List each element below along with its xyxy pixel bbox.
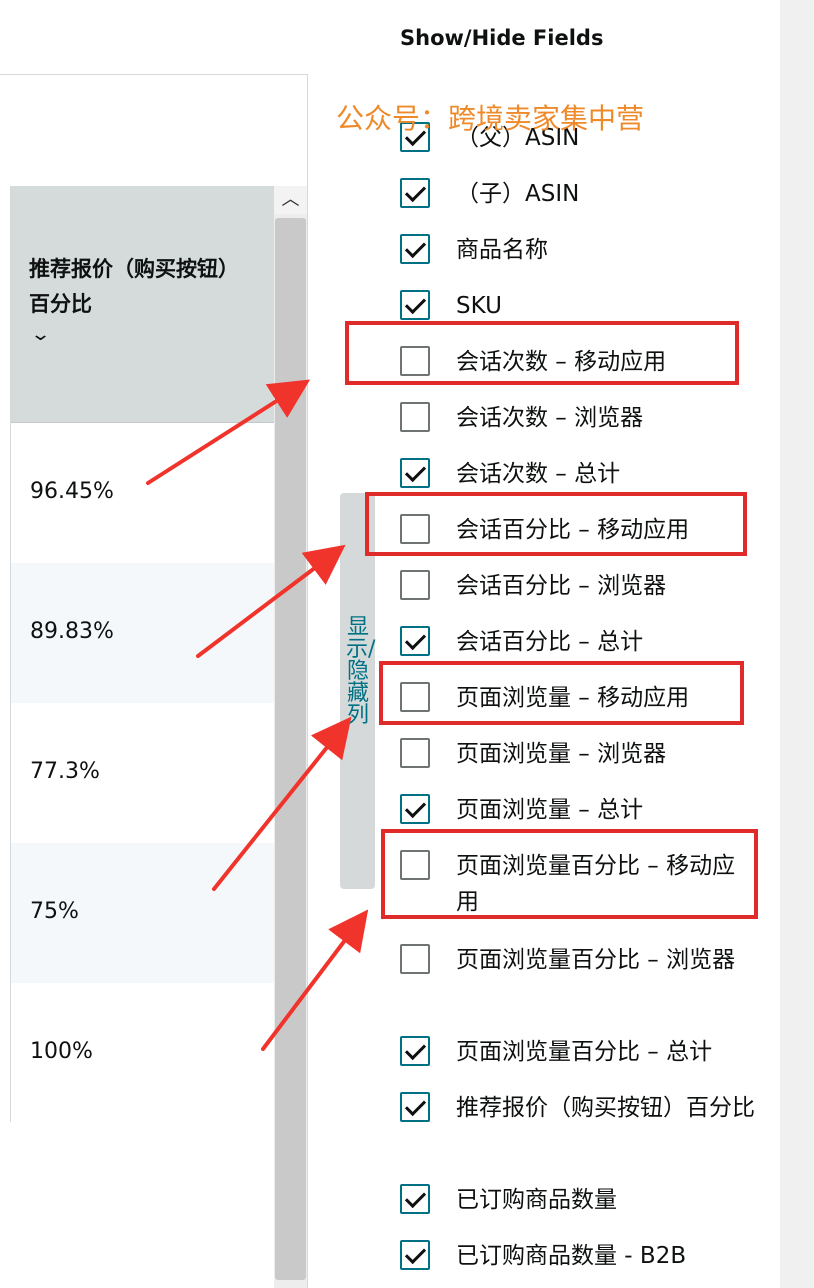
field-option-label: （子）ASIN [456,181,580,207]
field-option[interactable]: 页面浏览量百分比 – 总计 [400,1032,770,1072]
field-option[interactable]: 会话百分比 – 总计 [400,622,770,662]
field-option-label: 页面浏览量百分比 – 总计 [456,1039,713,1065]
chevron-up-icon[interactable]: ︿ [274,186,307,214]
checkbox-checked[interactable] [400,458,430,488]
watermark-text: 公众号：跨境卖家集中营 [336,102,645,135]
panel-scrollbar[interactable] [780,0,814,1288]
checkbox-checked[interactable] [400,794,430,824]
field-option[interactable]: 页面浏览量 – 移动应用 [400,678,770,718]
previous-column-edge [0,186,11,1122]
checkbox-unchecked[interactable] [400,514,430,544]
table-cell: 77.3% [30,759,100,784]
table-right-border [307,74,308,1288]
table-top-border [0,74,308,75]
field-option[interactable]: 商品名称 [400,230,770,270]
column-header-label: 推荐报价（购买按钮）百分比 [29,257,239,316]
field-option-label: 会话百分比 – 移动应用 [456,517,690,543]
field-option[interactable]: 会话次数 – 总计 [400,454,770,494]
field-option-label: 页面浏览量百分比 – 浏览器 [456,947,736,973]
field-option[interactable]: SKU [400,286,770,326]
field-option[interactable]: 会话百分比 – 移动应用 [400,510,770,550]
table-row: 96.45% [11,423,274,563]
table-row: 75% [11,843,274,983]
chevron-down-icon[interactable]: ⌄ [30,324,51,345]
checkbox-checked[interactable] [400,178,430,208]
field-option-label: 页面浏览量百分比 – 移动应用 [456,853,736,915]
field-option-label: 会话次数 – 移动应用 [456,349,667,375]
field-option[interactable]: 已订购商品数量 - B2B [400,1236,770,1276]
checkbox-unchecked[interactable] [400,738,430,768]
checkbox-checked[interactable] [400,1240,430,1270]
checkbox-unchecked[interactable] [400,944,430,974]
field-option-label: 已订购商品数量 - B2B [456,1243,687,1269]
table-cell: 96.45% [30,479,114,504]
field-option[interactable]: 页面浏览量 – 总计 [400,790,770,830]
panel-title: Show/Hide Fields [400,26,604,50]
field-option-label: 会话百分比 – 总计 [456,629,644,655]
field-option[interactable]: 页面浏览量百分比 – 移动应用 [400,846,770,915]
checkbox-unchecked[interactable] [400,346,430,376]
field-option-label: 页面浏览量 – 总计 [456,797,644,823]
field-option[interactable]: 已订购商品数量 [400,1180,770,1220]
scrollbar-thumb[interactable] [275,218,306,1280]
report-table: 推荐报价（购买按钮）百分比 ⌄ 96.45% 89.83% 77.3% 75% … [0,0,310,1288]
table-row: 100% [11,983,274,1122]
checkbox-unchecked[interactable] [400,570,430,600]
checkbox-unchecked[interactable] [400,402,430,432]
checkbox-checked[interactable] [400,1092,430,1122]
field-option-label: 商品名称 [456,237,548,263]
show-hide-fields-panel: Show/Hide Fields （父）ASIN （子）ASIN 商品名称 SKU 会话… [380,0,780,1288]
field-option-label: 页面浏览量 – 移动应用 [456,685,690,711]
field-option[interactable]: 会话百分比 – 浏览器 [400,566,770,606]
field-option-label: SKU [456,293,502,319]
field-option-label: 已订购商品数量 [456,1187,617,1213]
checkbox-unchecked[interactable] [400,682,430,712]
checkbox-checked[interactable] [400,290,430,320]
table-cell: 100% [30,1039,93,1064]
table-cell: 89.83% [30,619,114,644]
field-option[interactable]: （子）ASIN [400,174,770,214]
field-option[interactable]: 会话次数 – 浏览器 [400,398,770,438]
field-option[interactable]: 推荐报价（购买按钮）百分比 [400,1088,770,1128]
field-option-label: 会话次数 – 总计 [456,461,621,487]
column-header-buybox-percentage[interactable]: 推荐报价（购买按钮）百分比 ⌄ [11,186,274,423]
table-row: 77.3% [11,703,274,843]
show-hide-columns-label: 显示/隐藏列 [346,615,376,728]
field-option[interactable]: 会话次数 – 移动应用 [400,342,770,382]
field-option[interactable]: 页面浏览量 – 浏览器 [400,734,770,774]
checkbox-checked[interactable] [400,234,430,264]
checkbox-checked[interactable] [400,626,430,656]
show-hide-columns-tab[interactable]: 显示/隐藏列 [340,493,375,889]
field-option-label: 会话次数 – 浏览器 [456,405,644,431]
checkbox-unchecked[interactable] [400,850,430,880]
field-option[interactable]: 页面浏览量百分比 – 浏览器 [400,940,770,980]
checkbox-checked[interactable] [400,1036,430,1066]
field-option-label: 推荐报价（购买按钮）百分比 [456,1095,755,1121]
field-option-label: 会话百分比 – 浏览器 [456,573,667,599]
table-row: 89.83% [11,563,274,703]
table-cell: 75% [30,899,79,924]
field-option-label: 页面浏览量 – 浏览器 [456,741,667,767]
checkbox-checked[interactable] [400,1184,430,1214]
